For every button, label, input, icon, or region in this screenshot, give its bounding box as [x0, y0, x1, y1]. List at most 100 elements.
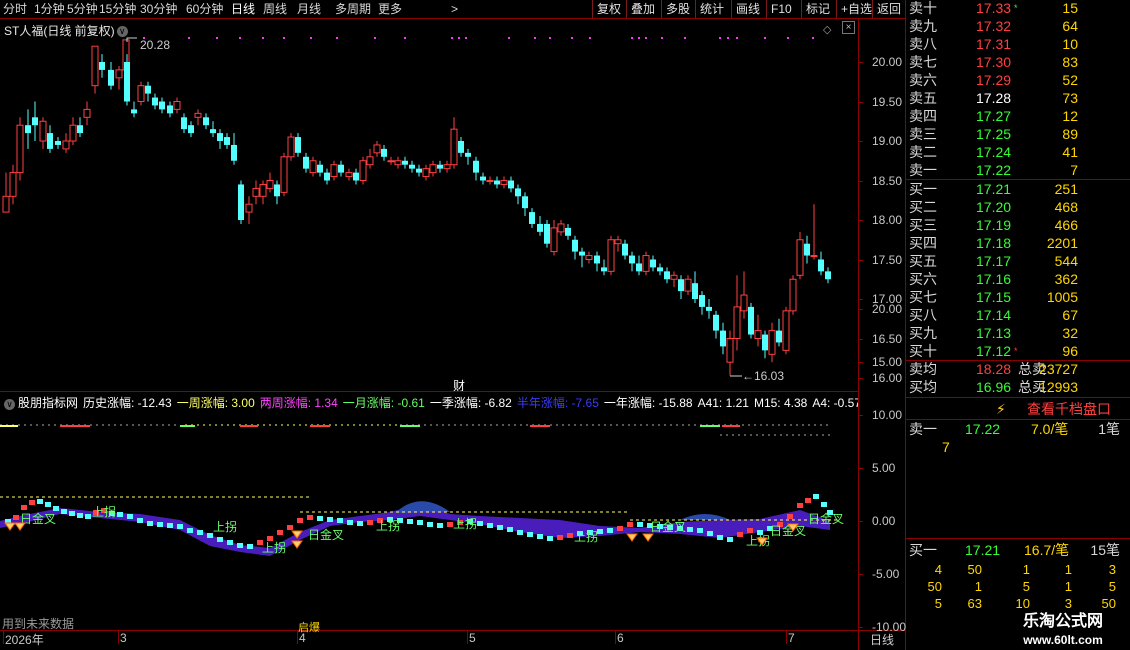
order-price: 17.32	[976, 18, 1012, 34]
candle	[245, 196, 253, 224]
sell-level-1[interactable]: 卖一 17.22 7	[906, 161, 1130, 179]
buy-level-10[interactable]: 买十 17.12 * 96	[906, 342, 1130, 360]
signal-text: 上拐	[574, 529, 598, 544]
candle	[145, 81, 151, 102]
indicator-bar	[717, 535, 723, 540]
candle	[353, 168, 359, 185]
indicator-bar	[297, 518, 303, 523]
candle	[748, 302, 754, 339]
candle	[366, 148, 374, 169]
view-depth-label: 查看千档盘口	[1027, 401, 1111, 417]
buy-level-3[interactable]: 买三 17.19 466	[906, 216, 1130, 234]
order-volume: 67	[1062, 307, 1078, 323]
buy-level-4[interactable]: 买四 17.18 2201	[906, 234, 1130, 252]
candle	[443, 160, 451, 173]
indicator-bar	[61, 509, 67, 514]
candle	[706, 299, 712, 319]
candle	[458, 137, 464, 157]
price-tick-mark	[858, 62, 863, 63]
sell-level-5[interactable]: 卖五 17.28 73	[906, 89, 1130, 107]
period-indicator[interactable]: 日线	[870, 631, 894, 648]
date-label: 5	[469, 631, 476, 645]
order-volume: 52	[1062, 72, 1078, 88]
indicator-bar	[29, 500, 35, 505]
indicator-bar	[637, 522, 643, 527]
candle	[338, 160, 344, 177]
action-button-9[interactable]: 返回	[872, 0, 905, 18]
price-tick-label: 20.00	[872, 55, 903, 69]
order-level-label: 买七	[909, 289, 937, 305]
average-price: 16.96	[976, 379, 1012, 395]
candle	[789, 275, 797, 315]
buy-level-5[interactable]: 买五 17.17 544	[906, 252, 1130, 270]
sell-level-10[interactable]: 卖十 17.33 * 15	[906, 0, 1130, 17]
sell-level-3[interactable]: 卖三 17.25 89	[906, 125, 1130, 143]
indicator-bar	[607, 528, 613, 533]
view-depth-button[interactable]: ⚡ 查看千档盘口	[906, 399, 1130, 419]
detail-price: 17.22	[965, 421, 1001, 437]
sell-level-6[interactable]: 卖六 17.29 52	[906, 71, 1130, 89]
order-level-label: 买十	[909, 343, 937, 359]
signal-dot	[549, 37, 551, 39]
price-tick-label: 18.00	[872, 213, 903, 227]
candle	[804, 235, 810, 264]
buy-level-1[interactable]: 买一 17.21 251	[906, 180, 1130, 198]
candle	[99, 54, 105, 78]
price-tick-mark	[858, 299, 863, 300]
indicator-bar	[287, 525, 293, 530]
detail-label: 买一	[909, 542, 937, 558]
candle	[238, 180, 244, 224]
sell-level-7[interactable]: 卖七 17.30 83	[906, 53, 1130, 71]
buy-level-8[interactable]: 买八 17.14 67	[906, 306, 1130, 324]
book-divider	[906, 538, 1130, 539]
order-price: 17.28	[976, 90, 1012, 106]
buy-level-7[interactable]: 买七 17.15 1005	[906, 288, 1130, 306]
signal-dot	[638, 37, 640, 39]
candle	[664, 267, 670, 284]
candle	[2, 172, 10, 213]
finance-marker[interactable]: 财	[453, 379, 465, 391]
date-tick	[118, 630, 119, 644]
candle	[684, 275, 692, 296]
candle	[416, 164, 422, 177]
buy-level-2[interactable]: 买二 17.20 468	[906, 198, 1130, 216]
candle	[657, 263, 663, 276]
date-label: 7	[788, 631, 795, 645]
buy-level-9[interactable]: 买九 17.13 32	[906, 324, 1130, 342]
candle	[47, 125, 53, 153]
indicator-bar	[547, 536, 553, 541]
order-price: 17.17	[976, 253, 1012, 269]
sell-level-8[interactable]: 卖八 17.31 10	[906, 35, 1130, 53]
buy-level-6[interactable]: 买六 17.16 362	[906, 270, 1130, 288]
sell-level-9[interactable]: 卖九 17.32 64	[906, 17, 1130, 35]
detail-amount: 7.0/笔	[1031, 421, 1069, 437]
signal-text: 上拐	[376, 518, 400, 533]
candle	[194, 109, 202, 126]
sell-level-2[interactable]: 卖二 17.24 41	[906, 143, 1130, 161]
indicator-tick-mark	[858, 415, 863, 416]
indicator-chart[interactable]: 日金叉 上拐上拐上拐日金叉上拐 上拐上拐日金叉上拐日金叉日金叉	[0, 392, 858, 632]
candle	[259, 180, 267, 205]
candle	[266, 172, 274, 193]
candle	[224, 133, 230, 149]
candle	[796, 231, 804, 280]
signal-dot	[736, 37, 738, 39]
sell-level-4[interactable]: 卖四 17.27 12	[906, 107, 1130, 125]
candle	[825, 267, 831, 284]
candle	[422, 164, 430, 181]
candle	[537, 216, 543, 236]
deal-cell: 5	[1022, 579, 1030, 594]
candle	[324, 168, 330, 185]
signal-dot	[239, 37, 241, 39]
candle	[387, 156, 395, 165]
candlestick-chart[interactable]: 20.28 ←16.03 财	[0, 0, 858, 391]
indicator-bar	[77, 513, 83, 518]
date-label: 2026年	[5, 633, 44, 647]
indicator-bar	[737, 532, 743, 537]
indicator-tick-mark	[858, 309, 863, 310]
deal-cell: 5	[934, 596, 942, 611]
indicator-bar	[237, 543, 243, 548]
indicator-bar	[13, 515, 19, 520]
high-label: 20.28	[140, 38, 170, 52]
average-row: 卖均 18.28 总卖 23727	[906, 360, 1130, 378]
